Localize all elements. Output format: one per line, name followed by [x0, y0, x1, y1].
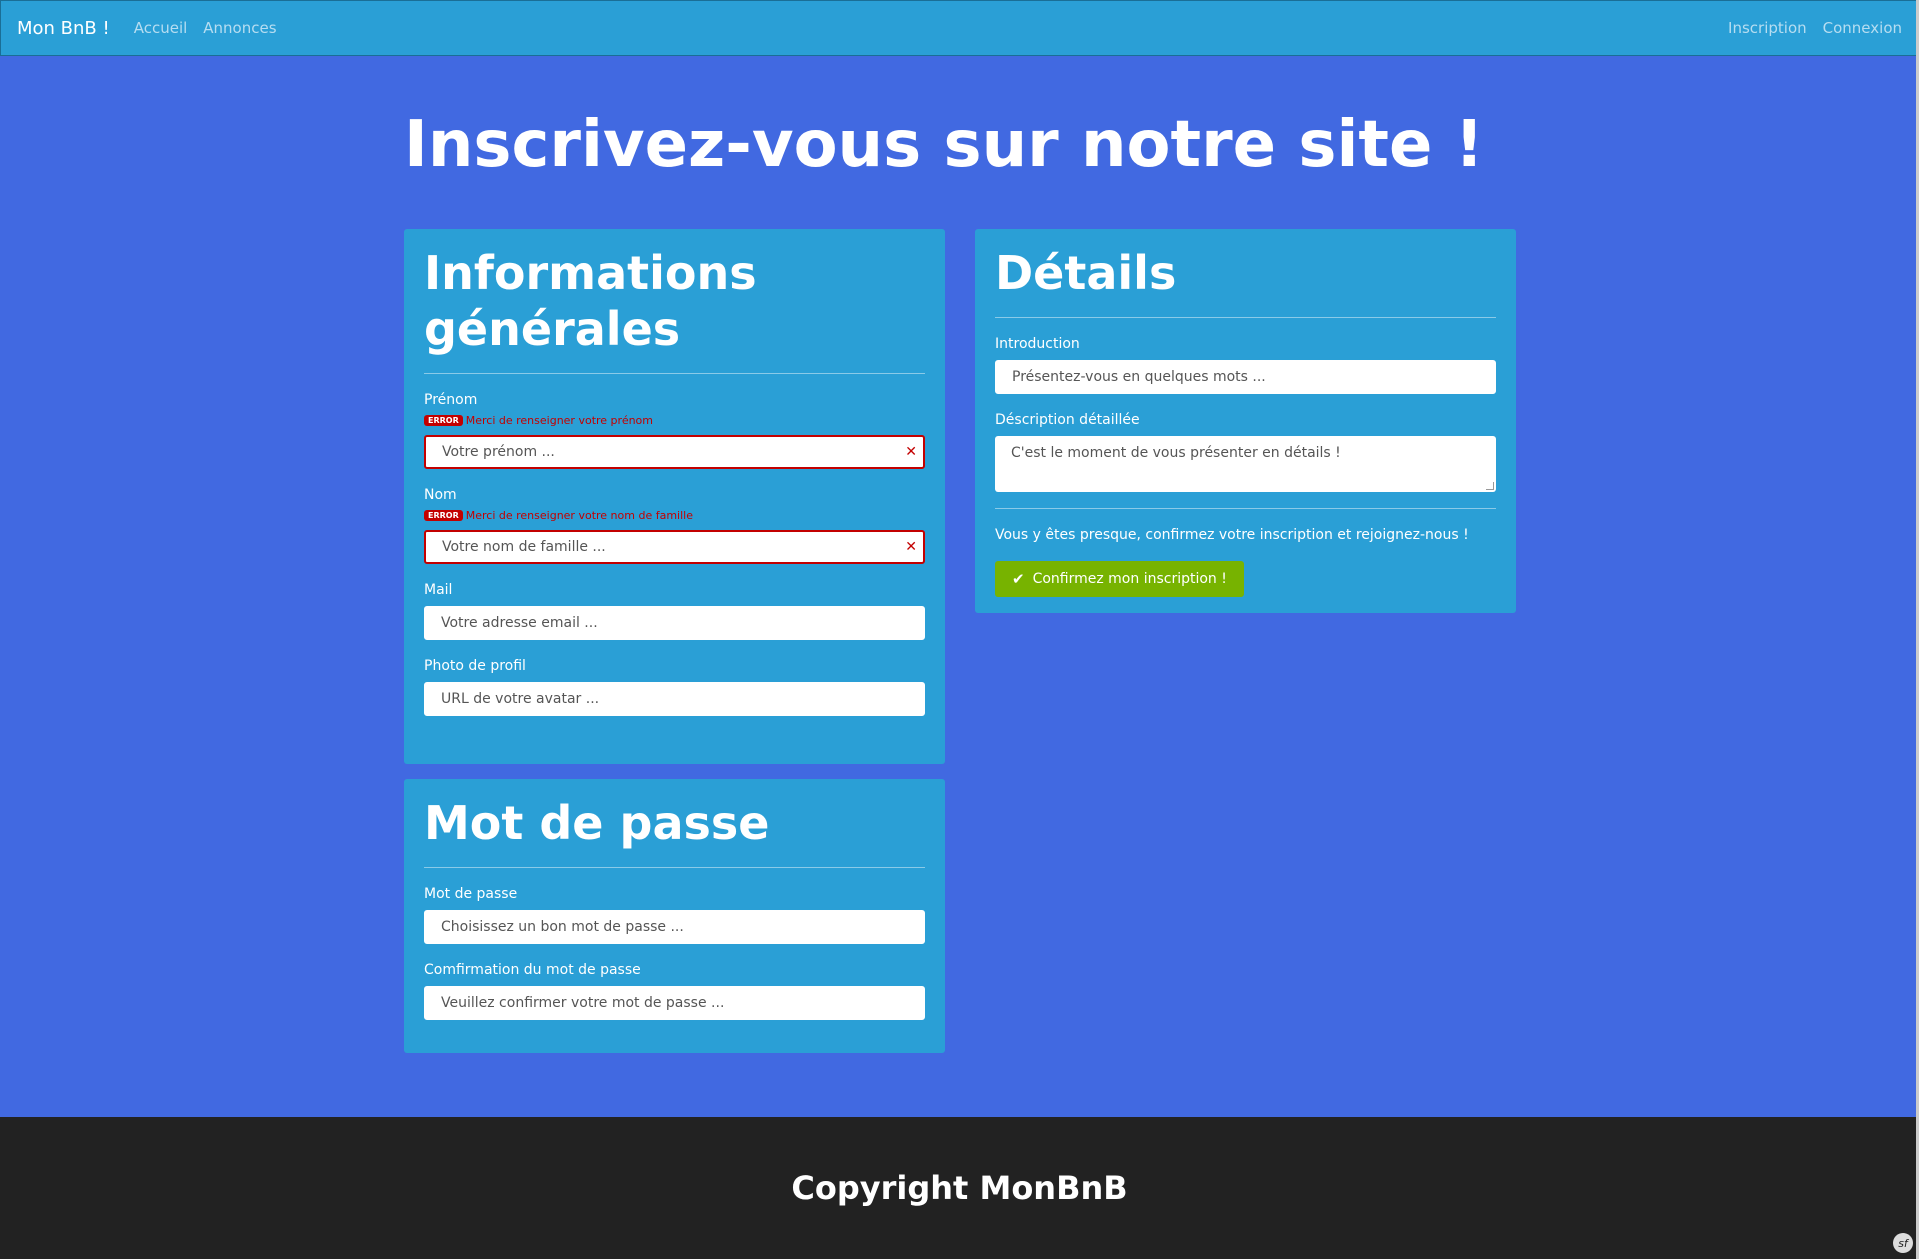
lastname-error-text: Merci de renseigner votre nom de famille	[465, 509, 693, 522]
intro-group: Introduction Présentez-vous en quelques …	[995, 336, 1496, 394]
check-icon: ✔	[1012, 570, 1025, 588]
error-badge: ERROR	[424, 510, 463, 521]
picture-label: Photo de profil	[424, 658, 526, 674]
details-card: Détails Introduction Présentez-vous en q…	[975, 229, 1516, 613]
nav-left: Accueil Annonces	[134, 19, 277, 37]
lastname-error: ERROR Merci de renseigner votre nom de f…	[424, 509, 925, 522]
firstname-error-text: Merci de renseigner votre prénom	[465, 414, 653, 427]
lastname-label: Nom	[424, 487, 457, 503]
firstname-input[interactable]: Votre prénom ... ✕	[424, 435, 925, 469]
details-card-title: Détails	[995, 246, 1177, 300]
mail-label: Mail	[424, 582, 453, 598]
password-confirm-input[interactable]: Veuillez confirmer votre mot de passe ..…	[424, 986, 925, 1020]
lastname-input[interactable]: Votre nom de famille ... ✕	[424, 530, 925, 564]
password-confirm-placeholder: Veuillez confirmer votre mot de passe ..…	[441, 995, 725, 1011]
picture-group: Photo de profil URL de votre avatar ...	[424, 658, 925, 716]
submit-button[interactable]: ✔ Confirmez mon inscription !	[995, 561, 1244, 597]
firstname-error: ERROR Merci de renseigner votre prénom	[424, 414, 925, 427]
navbar: Mon BnB ! Accueil Annonces Inscription C…	[0, 0, 1919, 56]
description-label: Déscription détaillée	[995, 412, 1140, 428]
nav-link-connexion[interactable]: Connexion	[1823, 19, 1902, 37]
mail-placeholder: Votre adresse email ...	[441, 615, 598, 631]
brand-link[interactable]: Mon BnB !	[17, 18, 110, 39]
password-card: Mot de passe Mot de passe Choisissez un …	[404, 779, 945, 1053]
page-title: Inscrivez-vous sur notre site !	[404, 108, 1484, 182]
resize-handle[interactable]	[1486, 482, 1494, 490]
mail-group: Mail Votre adresse email ...	[424, 582, 925, 640]
firstname-label: Prénom	[424, 392, 478, 408]
footer: Copyright MonBnB sf	[0, 1117, 1919, 1259]
info-card: Informations générales Prénom ERROR Merc…	[404, 229, 945, 764]
nav-link-accueil[interactable]: Accueil	[134, 19, 188, 37]
lastname-group: Nom ERROR Merci de renseigner votre nom …	[424, 487, 925, 564]
divider	[995, 317, 1496, 318]
intro-input[interactable]: Présentez-vous en quelques mots ...	[995, 360, 1496, 394]
symfony-toolbar-icon[interactable]: sf	[1893, 1233, 1913, 1253]
divider	[995, 508, 1496, 509]
footer-copyright: Copyright MonBnB	[791, 1169, 1128, 1207]
intro-label: Introduction	[995, 336, 1080, 352]
divider	[424, 373, 925, 374]
picture-placeholder: URL de votre avatar ...	[441, 691, 600, 707]
description-textarea[interactable]: C'est le moment de vous présenter en dét…	[995, 436, 1496, 492]
description-group: Déscription détaillée C'est le moment de…	[995, 412, 1496, 492]
password-confirm-group: Comfirmation du mot de passe Veuillez co…	[424, 962, 925, 1020]
error-x-icon: ✕	[905, 539, 917, 555]
info-card-title: Informations générales	[424, 246, 757, 356]
nav-link-inscription[interactable]: Inscription	[1728, 19, 1807, 37]
error-badge: ERROR	[424, 415, 463, 426]
password-card-title: Mot de passe	[424, 796, 770, 850]
confirm-text: Vous y êtes presque, confirmez votre ins…	[995, 527, 1469, 543]
picture-input[interactable]: URL de votre avatar ...	[424, 682, 925, 716]
password-confirm-label: Comfirmation du mot de passe	[424, 962, 641, 978]
lastname-placeholder: Votre nom de famille ...	[442, 539, 606, 555]
password-placeholder: Choisissez un bon mot de passe ...	[441, 919, 684, 935]
divider	[424, 867, 925, 868]
password-label: Mot de passe	[424, 886, 518, 902]
password-input[interactable]: Choisissez un bon mot de passe ...	[424, 910, 925, 944]
error-x-icon: ✕	[905, 444, 917, 460]
nav-link-annonces[interactable]: Annonces	[203, 19, 276, 37]
mail-input[interactable]: Votre adresse email ...	[424, 606, 925, 640]
firstname-group: Prénom ERROR Merci de renseigner votre p…	[424, 392, 925, 469]
intro-placeholder: Présentez-vous en quelques mots ...	[1012, 369, 1266, 385]
nav-right: Inscription Connexion	[1728, 19, 1902, 37]
description-placeholder: C'est le moment de vous présenter en dét…	[1011, 445, 1341, 461]
password-group: Mot de passe Choisissez un bon mot de pa…	[424, 886, 925, 944]
firstname-placeholder: Votre prénom ...	[442, 444, 555, 460]
submit-button-label: Confirmez mon inscription !	[1032, 571, 1227, 587]
